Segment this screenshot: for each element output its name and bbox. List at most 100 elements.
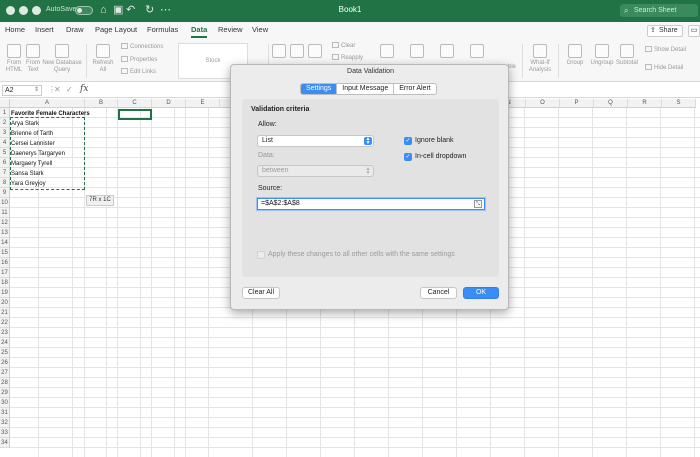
from-text-button[interactable]: From Text [24,44,42,74]
from-html-button[interactable]: From HTML [2,44,26,74]
row-header-30[interactable]: 30 [0,398,10,408]
edit-links-button[interactable]: Edit Links [121,68,156,76]
text-to-columns-button[interactable] [380,44,394,60]
row-header-16[interactable]: 16 [0,258,10,268]
select-all-corner[interactable] [0,99,10,108]
tab-insert[interactable]: Insert [35,25,54,34]
row-header-3[interactable]: 3 [0,128,10,138]
share-button[interactable]: ⇪ Share [647,25,683,37]
insert-function-icon[interactable]: fx [80,84,88,94]
filter-icon [308,44,322,58]
row-header-18[interactable]: 18 [0,278,10,288]
row-header-23[interactable]: 23 [0,328,10,338]
column-header-p[interactable]: P [560,99,594,108]
subtotal-button[interactable]: Subtotal [614,44,640,67]
what-if-analysis-button[interactable]: What-If Analysis [526,44,554,74]
column-header-o[interactable]: O [526,99,560,108]
active-cell-c1[interactable] [118,109,152,120]
row-header-34[interactable]: 34 [0,438,10,448]
row-header-4[interactable]: 4 [0,138,10,148]
tab-settings[interactable]: Settings [301,84,338,94]
remove-duplicates-button[interactable] [440,44,454,60]
collapse-dialog-icon[interactable]: ⤡ [474,200,482,208]
properties-button[interactable]: Properties [121,56,157,64]
row-header-33[interactable]: 33 [0,428,10,438]
row-header-5[interactable]: 5 [0,148,10,158]
tab-data[interactable]: Data [191,25,208,38]
hide-detail-button[interactable]: Hide Detail [645,64,683,72]
column-header-d[interactable]: D [152,99,186,108]
tab-error-alert[interactable]: Error Alert [394,84,436,94]
refresh-all-button[interactable]: Refresh All [91,44,115,74]
row-header-9[interactable]: 9 [0,188,10,198]
row-header-11[interactable]: 11 [0,208,10,218]
new-database-query-button[interactable]: New Database Query [42,44,82,74]
row-header-22[interactable]: 22 [0,318,10,328]
tab-review[interactable]: Review [218,25,243,34]
row-header-6[interactable]: 6 [0,158,10,168]
group-button[interactable]: Group [564,44,586,67]
column-header-q[interactable]: Q [594,99,628,108]
data-validation-button[interactable] [470,44,484,60]
row-header-14[interactable]: 14 [0,238,10,248]
comments-icon[interactable]: ▭ [688,25,700,37]
row-header-27[interactable]: 27 [0,368,10,378]
row-header-10[interactable]: 10 [0,198,10,208]
column-header-r[interactable]: R [628,99,662,108]
show-detail-label: Show Detail [654,47,687,53]
ok-button[interactable]: OK [463,287,499,299]
clear-all-button[interactable]: Clear All [242,287,280,299]
tab-view[interactable]: View [252,25,268,34]
row-header-24[interactable]: 24 [0,338,10,348]
reapply-filter-button[interactable]: Reapply [332,54,363,62]
allow-select[interactable]: List ▲ ▼ [257,135,374,147]
row-header-21[interactable]: 21 [0,308,10,318]
row-header-7[interactable]: 7 [0,168,10,178]
what-if-icon [533,44,547,58]
row-header-17[interactable]: 17 [0,268,10,278]
row-header-1[interactable]: 1 [0,108,10,118]
tab-home[interactable]: Home [5,25,25,34]
search-sheet-input[interactable]: ⌕ Search Sheet [620,4,698,17]
column-header-a[interactable]: A [10,99,85,108]
cancel-entry-icon[interactable]: ✕ [54,85,61,94]
tab-input-message[interactable]: Input Message [337,84,395,94]
row-header-28[interactable]: 28 [0,378,10,388]
row-header-26[interactable]: 26 [0,358,10,368]
row-header-25[interactable]: 25 [0,348,10,358]
show-detail-button[interactable]: Show Detail [645,46,686,54]
ungroup-button[interactable]: Ungroup [588,44,616,67]
row-header-2[interactable]: 2 [0,118,10,128]
ignore-blank-checkbox[interactable]: ✓ [404,137,412,145]
cancel-button[interactable]: Cancel [420,287,457,299]
column-header-s[interactable]: S [662,99,696,108]
data-select: between ▲ ▼ [257,165,374,177]
flash-fill-button[interactable] [410,44,424,60]
filter-button[interactable] [308,44,322,60]
stock-data-type[interactable]: Stock [195,58,231,65]
row-header-15[interactable]: 15 [0,248,10,258]
confirm-entry-icon[interactable]: ✓ [66,85,73,94]
column-header-e[interactable]: E [186,99,220,108]
tab-formulas[interactable]: Formulas [147,25,178,34]
sort-button[interactable] [290,44,304,60]
tab-page-layout[interactable]: Page Layout [95,25,137,34]
row-header-20[interactable]: 20 [0,298,10,308]
row-header-32[interactable]: 32 [0,418,10,428]
name-box[interactable]: A2 ⇕ [2,85,42,96]
tab-draw[interactable]: Draw [66,25,84,34]
in-cell-dropdown-checkbox[interactable]: ✓ [404,153,412,161]
column-header-b[interactable]: B [85,99,118,108]
copy-selection-marquee [10,117,85,190]
row-header-19[interactable]: 19 [0,288,10,298]
row-header-29[interactable]: 29 [0,388,10,398]
sort-az-button[interactable] [272,44,286,60]
column-header-c[interactable]: C [118,99,152,108]
row-header-13[interactable]: 13 [0,228,10,238]
row-header-8[interactable]: 8 [0,178,10,188]
source-input[interactable]: =$A$2:$A$8 ⤡ [257,198,485,210]
row-header-31[interactable]: 31 [0,408,10,418]
connections-button[interactable]: Connections [121,43,163,51]
clear-filter-button[interactable]: Clear [332,42,355,50]
row-header-12[interactable]: 12 [0,218,10,228]
